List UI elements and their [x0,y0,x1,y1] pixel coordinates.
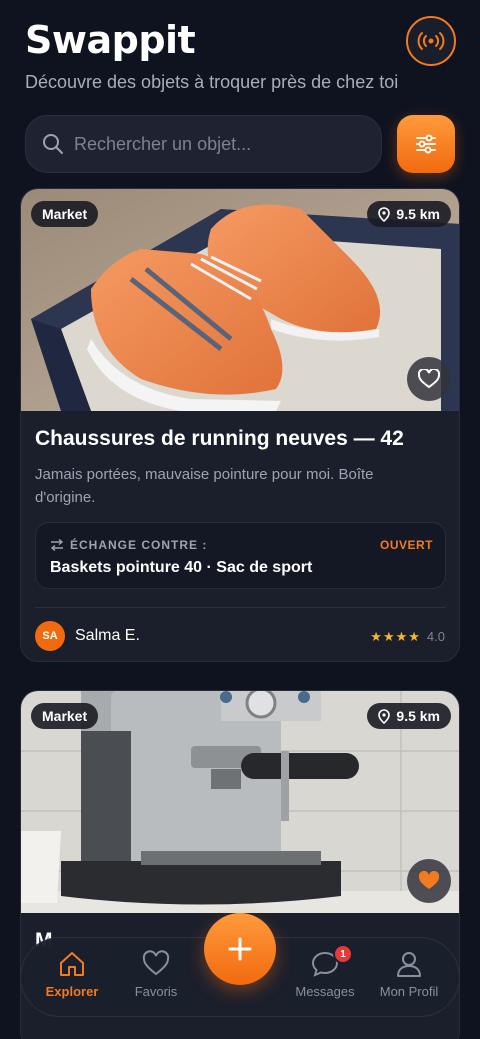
user-icon [397,952,421,977]
distance-label: 9.5 km [396,708,440,724]
listing-description: Jamais portées, mauvaise pointure pour m… [35,466,374,506]
sliders-icon [416,134,436,154]
exchange-label-text: ÉCHANGE CONTRE : [70,538,208,552]
swap-icon [50,539,64,551]
distance-badge: 9.5 km [367,703,451,729]
search-icon [43,134,63,154]
search-bar[interactable]: Rechercher un objet... [25,115,382,173]
listing-title: Chaussures de running neuves — 42 [35,427,404,450]
add-listing-button[interactable] [204,913,276,985]
exchange-status: OUVERT [379,538,433,552]
filter-button[interactable] [397,115,455,173]
favorite-button[interactable] [407,357,451,401]
nav-label: Explorer [45,984,99,999]
nav-label: Messages [295,984,355,999]
broadcast-icon [417,32,445,50]
rating-value: 4.0 [426,629,445,644]
notification-badge: 1 [333,944,353,964]
category-badge: Market [31,703,99,729]
distance-label: 9.5 km [396,206,440,222]
owner-rating: ★★★★ 4.0 [370,629,445,645]
nav-label: Favoris [134,984,178,999]
search-input[interactable]: Rechercher un objet... [74,134,251,155]
nav-favoris[interactable]: Favoris [110,950,202,1010]
rating-stars: ★★★★ [370,629,421,644]
exchange-label: ÉCHANGE CONTRE : [50,538,207,552]
nav-label: Mon Profil [379,984,439,999]
listing-photo: Market 9.5 km [21,691,459,913]
avatar[interactable]: SA [35,621,65,651]
category-badge: Market [31,201,99,227]
location-pin-icon [378,708,391,724]
app-title: Swappit [25,18,196,62]
nav-profil[interactable]: Mon Profil [363,950,455,1010]
exchange-box: ÉCHANGE CONTRE : OUVERT Baskets pointure… [35,522,446,589]
favorite-button[interactable] [407,859,451,903]
location-pin-icon [378,206,391,222]
broadcast-button[interactable] [406,16,456,66]
heart-outline-icon [418,369,440,389]
plus-icon [228,937,252,961]
app-subtitle: Découvre des objets à troquer près de ch… [25,72,399,92]
nav-explorer[interactable]: Explorer [26,950,118,1010]
listing-photo: Market 9.5 km [21,189,459,411]
header: Swappit Découvre des objets à troquer pr… [0,0,480,110]
owner-name[interactable]: Salma E. [75,627,140,645]
heart-filled-icon [418,871,440,889]
nav-messages[interactable]: 1 Messages [279,944,371,1010]
home-icon [60,952,84,976]
exchange-items: Baskets pointure 40 · Sac de sport [50,559,313,576]
heart-icon [142,950,170,976]
distance-badge: 9.5 km [367,201,451,227]
listing-card[interactable]: Market 9.5 km Chaussures de running neuv… [20,188,460,662]
divider [35,607,446,608]
